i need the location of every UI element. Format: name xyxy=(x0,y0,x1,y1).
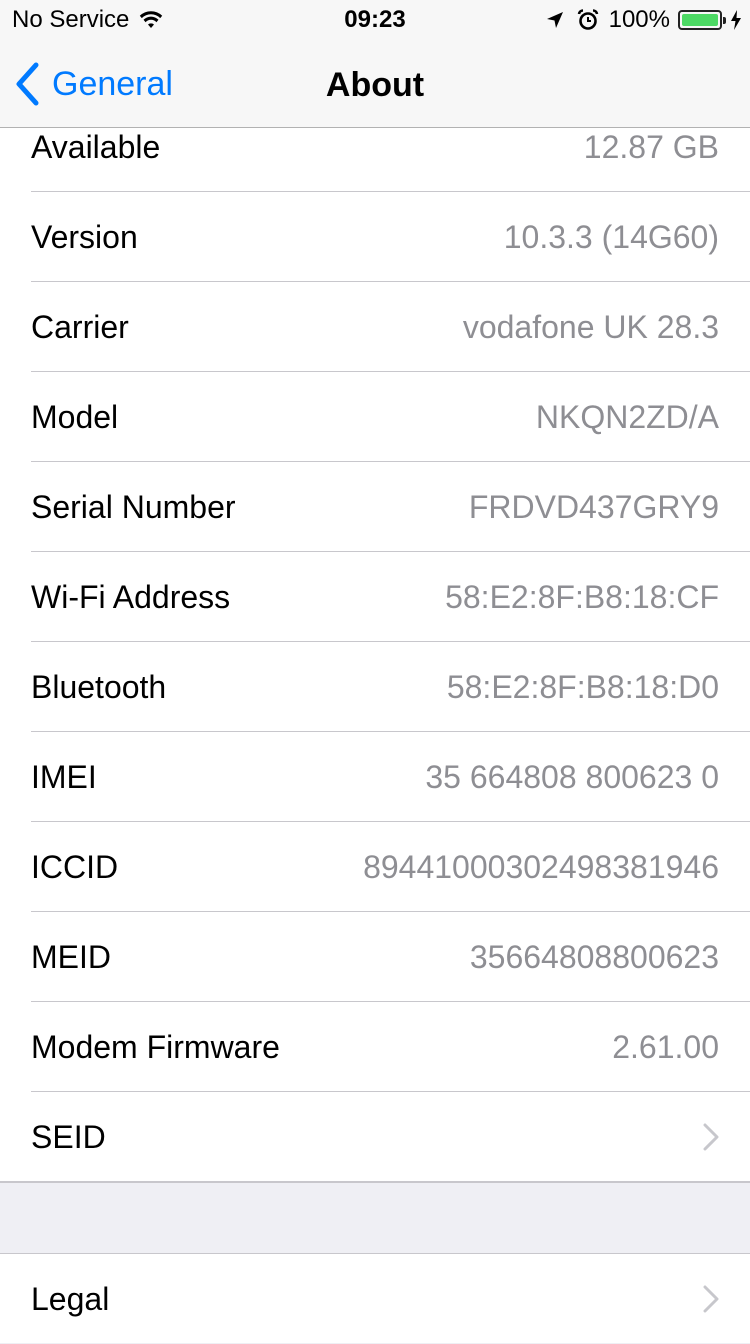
info-row-wi-fi-address[interactable]: Wi-Fi Address 58:E2:8F:B8:18:CF xyxy=(0,552,750,642)
row-value: vodafone UK 28.3 xyxy=(462,308,719,345)
row-label: Version xyxy=(31,218,138,255)
info-row-meid[interactable]: MEID 35664808800623 xyxy=(0,912,750,1002)
chevron-right-icon xyxy=(703,1123,719,1151)
battery-level-fill xyxy=(682,14,718,26)
row-label: Modem Firmware xyxy=(31,1028,280,1065)
row-value: 35664808800623 xyxy=(469,938,719,975)
row-value: 2.61.00 xyxy=(612,1028,719,1065)
info-row-serial-number[interactable]: Serial Number FRDVD437GRY9 xyxy=(0,462,750,552)
row-value: 58:E2:8F:B8:18:CF xyxy=(445,578,719,615)
location-arrow-icon xyxy=(546,12,563,28)
info-row-imei[interactable]: IMEI 35 664808 800623 0 xyxy=(0,732,750,822)
row-label: Available xyxy=(31,128,161,165)
status-bar: No Service 09:23 100% xyxy=(0,0,750,40)
battery-tip xyxy=(723,17,726,24)
row-label: ICCID xyxy=(31,848,119,885)
row-label: IMEI xyxy=(31,758,97,795)
legal-row[interactable]: Legal xyxy=(0,1254,750,1344)
info-row-carrier[interactable]: Carrier vodafone UK 28.3 xyxy=(0,282,750,372)
about-info-list: Available 12.87 GB Version 10.3.3 (14G60) Ca… xyxy=(0,102,750,1182)
status-right: 100% xyxy=(545,6,742,34)
row-label: Model xyxy=(31,398,119,435)
info-row-seid[interactable]: SEID xyxy=(0,1092,750,1182)
row-label: Legal xyxy=(31,1280,110,1317)
row-label: Bluetooth xyxy=(31,668,167,705)
row-value: FRDVD437GRY9 xyxy=(468,488,719,525)
navigation-bar: General About xyxy=(0,40,750,128)
row-value: 58:E2:8F:B8:18:D0 xyxy=(446,668,719,705)
row-value: 89441000302498381946 xyxy=(363,848,719,885)
info-row-bluetooth[interactable]: Bluetooth 58:E2:8F:B8:18:D0 xyxy=(0,642,750,732)
page-title: About xyxy=(325,66,425,104)
row-label: Wi-Fi Address xyxy=(31,578,231,615)
row-label: SEID xyxy=(31,1118,106,1155)
battery-icon xyxy=(678,10,726,30)
row-label: MEID xyxy=(31,938,111,975)
info-row-modem-firmware[interactable]: Modem Firmware 2.61.00 xyxy=(0,1002,750,1092)
info-row-iccid[interactable]: ICCID 89441000302498381946 xyxy=(0,822,750,912)
row-value: NKQN2ZD/A xyxy=(535,398,719,435)
alarm-clock-icon xyxy=(577,9,598,30)
info-row-model[interactable]: Model NKQN2ZD/A xyxy=(0,372,750,462)
row-value: 10.3.3 (14G60) xyxy=(503,218,719,255)
row-value: 35 664808 800623 0 xyxy=(425,758,719,795)
row-label: Serial Number xyxy=(31,488,236,525)
row-label: Carrier xyxy=(31,308,129,345)
section-separator xyxy=(0,1182,750,1253)
info-row-version[interactable]: Version 10.3.3 (14G60) xyxy=(0,192,750,282)
row-value: 12.87 GB xyxy=(583,128,719,165)
battery-percent: 100% xyxy=(608,6,670,33)
charging-bolt-icon xyxy=(731,10,741,30)
legal-group: Legal xyxy=(0,1253,750,1343)
chevron-right-icon xyxy=(703,1285,719,1313)
